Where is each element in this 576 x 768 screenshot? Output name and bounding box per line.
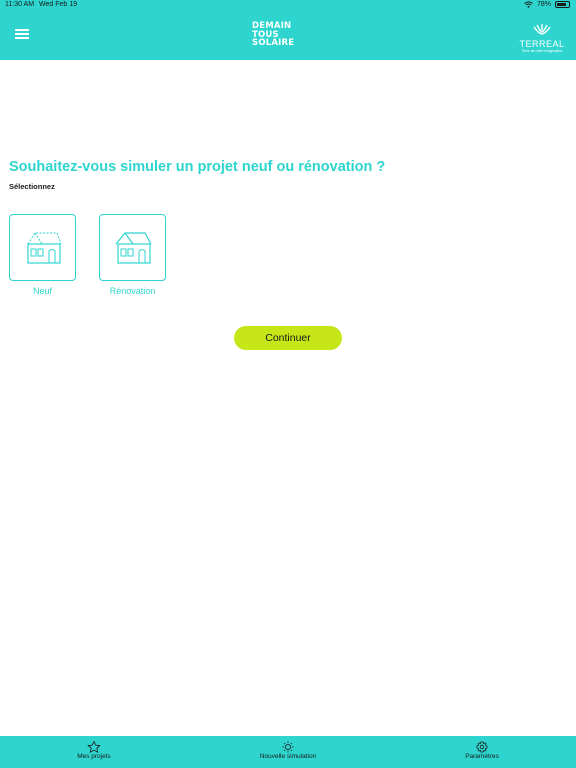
brand-name: TERREAL — [519, 39, 565, 49]
status-bar: 11:30 AM Wed Feb 19 78% — [0, 0, 576, 12]
tab-nouvelle-simulation[interactable]: Nouvelle simulation — [228, 740, 348, 760]
status-time: 11:30 AM — [5, 1, 35, 8]
terreal-mark-icon — [533, 24, 551, 35]
tab-bar: Mes projets Nouvelle simulation Paramètr… — [0, 736, 576, 768]
hamburger-icon — [15, 29, 29, 31]
app-logo: DEMAIN TOUS SOLAIRE — [252, 22, 304, 48]
terreal-logo: TERREAL Terre de notre imagination — [517, 22, 567, 54]
status-date: Wed Feb 19 — [39, 1, 78, 8]
wifi-icon — [524, 1, 533, 8]
new-house-icon — [27, 232, 62, 264]
logo-line-3: SOLAIRE — [252, 38, 295, 48]
brand-tagline: Terre de notre imagination — [521, 49, 563, 53]
tab-mes-projets[interactable]: Mes projets — [34, 740, 154, 760]
instruction-text: Sélectionnez — [9, 182, 55, 191]
option-renovation[interactable] — [99, 214, 166, 281]
menu-button[interactable] — [15, 29, 29, 41]
battery-percent: 78% — [536, 1, 551, 8]
battery-level — [557, 3, 566, 6]
sun-icon — [282, 741, 294, 753]
option-neuf-label: Neuf — [32, 286, 52, 296]
page-question: Souhaitez-vous simuler un projet neuf ou… — [9, 159, 386, 175]
continue-button[interactable]: Continuer — [234, 326, 342, 350]
option-neuf[interactable] — [9, 214, 76, 281]
renovation-house-icon — [115, 232, 152, 264]
tab-parametres-label: Paramètres — [465, 753, 499, 760]
star-icon — [87, 740, 101, 753]
battery-icon — [555, 1, 570, 8]
gear-icon — [476, 741, 488, 753]
tab-nouvelle-simulation-label: Nouvelle simulation — [259, 753, 317, 760]
tab-mes-projets-label: Mes projets — [77, 753, 111, 760]
tab-parametres[interactable]: Paramètres — [422, 740, 542, 760]
option-renovation-label: Rénovation — [109, 286, 156, 296]
